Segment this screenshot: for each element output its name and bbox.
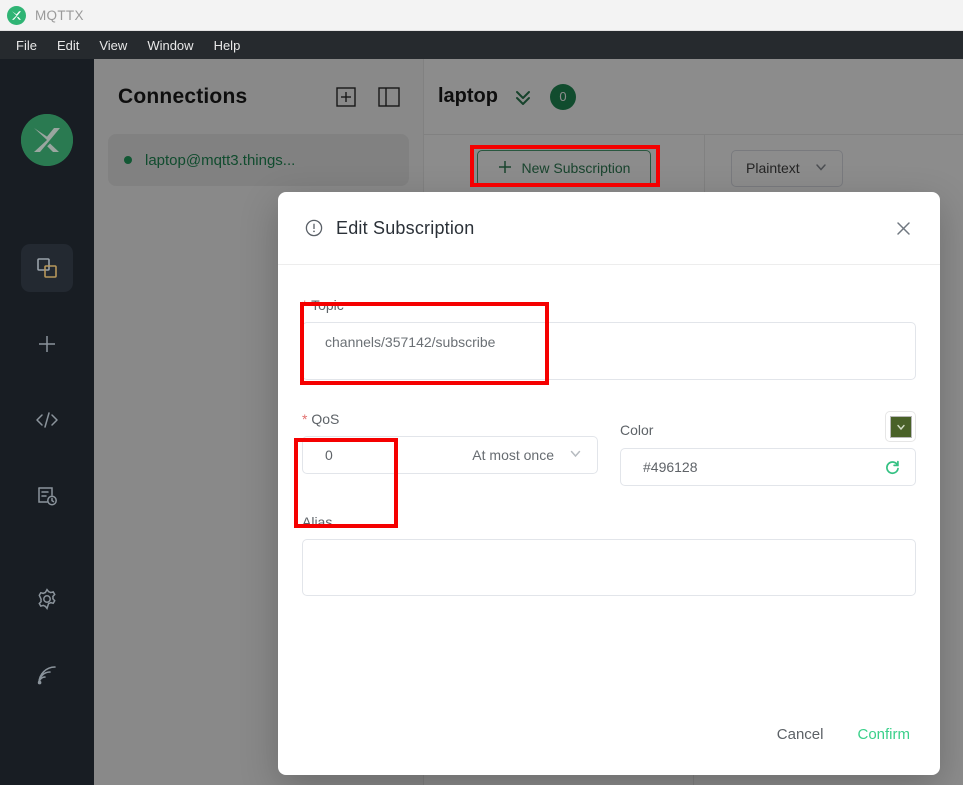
sidebar-item-scripts[interactable] xyxy=(21,396,73,444)
color-value-input[interactable]: #496128 xyxy=(620,448,916,486)
cancel-button[interactable]: Cancel xyxy=(777,726,824,743)
signal-icon xyxy=(35,663,59,687)
menu-bar: File Edit View Window Help xyxy=(0,31,963,59)
app-title: MQTTX xyxy=(35,7,84,23)
menu-item-file[interactable]: File xyxy=(6,36,47,55)
mqttx-logo-icon xyxy=(21,114,73,166)
dialog-body: Topic QoS 0 At most once xyxy=(278,265,940,601)
color-label: Color xyxy=(620,421,654,438)
dialog-footer: Cancel Confirm xyxy=(278,693,940,775)
chevron-down-icon xyxy=(568,446,583,464)
color-header: Color xyxy=(620,411,916,448)
code-icon xyxy=(34,407,60,433)
title-bar: MQTTX xyxy=(0,0,963,31)
qos-control[interactable]: 0 At most once xyxy=(302,436,598,474)
alias-input[interactable] xyxy=(302,539,916,596)
mqttx-logo-icon xyxy=(7,5,26,25)
sidebar-item-about[interactable] xyxy=(21,651,73,699)
color-swatch xyxy=(889,415,912,438)
topic-label: Topic xyxy=(302,297,916,313)
edit-subscription-dialog: Edit Subscription Topic QoS 0 At most on… xyxy=(278,192,940,775)
sidebar-item-log[interactable] xyxy=(21,472,73,520)
confirm-button[interactable]: Confirm xyxy=(857,726,910,743)
color-value: #496128 xyxy=(643,459,698,475)
sidebar-item-settings[interactable] xyxy=(21,575,73,623)
qos-value[interactable]: 0 xyxy=(303,437,403,473)
sidebar-item-new[interactable] xyxy=(21,320,73,368)
menu-item-edit[interactable]: Edit xyxy=(47,36,89,55)
log-history-icon xyxy=(35,484,59,508)
refresh-icon[interactable] xyxy=(884,459,901,476)
qos-selected-option: At most once xyxy=(472,447,554,463)
dialog-title: Edit Subscription xyxy=(336,217,475,238)
qos-group: QoS 0 At most once xyxy=(302,411,620,486)
qos-select[interactable]: At most once xyxy=(403,437,597,473)
color-group: Color #496128 xyxy=(620,411,916,486)
sidebar-rail xyxy=(0,59,94,785)
menu-item-view[interactable]: View xyxy=(89,36,137,55)
sidebar-item-connections[interactable] xyxy=(21,244,73,292)
topic-input[interactable] xyxy=(302,322,916,380)
qos-label: QoS xyxy=(302,411,620,427)
plus-icon xyxy=(35,332,59,356)
close-icon[interactable] xyxy=(894,219,913,238)
color-picker-button[interactable] xyxy=(885,411,916,442)
menu-item-help[interactable]: Help xyxy=(204,36,251,55)
mqttx-app-window: MQTTX File Edit View Window Help Connect… xyxy=(0,0,963,785)
info-circle-icon xyxy=(305,219,323,237)
gear-icon xyxy=(35,587,59,611)
menu-item-window[interactable]: Window xyxy=(137,36,203,55)
dialog-header: Edit Subscription xyxy=(278,192,940,265)
connections-icon xyxy=(35,256,59,280)
qos-color-row: QoS 0 At most once xyxy=(302,411,916,486)
alias-label: Alias xyxy=(302,514,333,530)
